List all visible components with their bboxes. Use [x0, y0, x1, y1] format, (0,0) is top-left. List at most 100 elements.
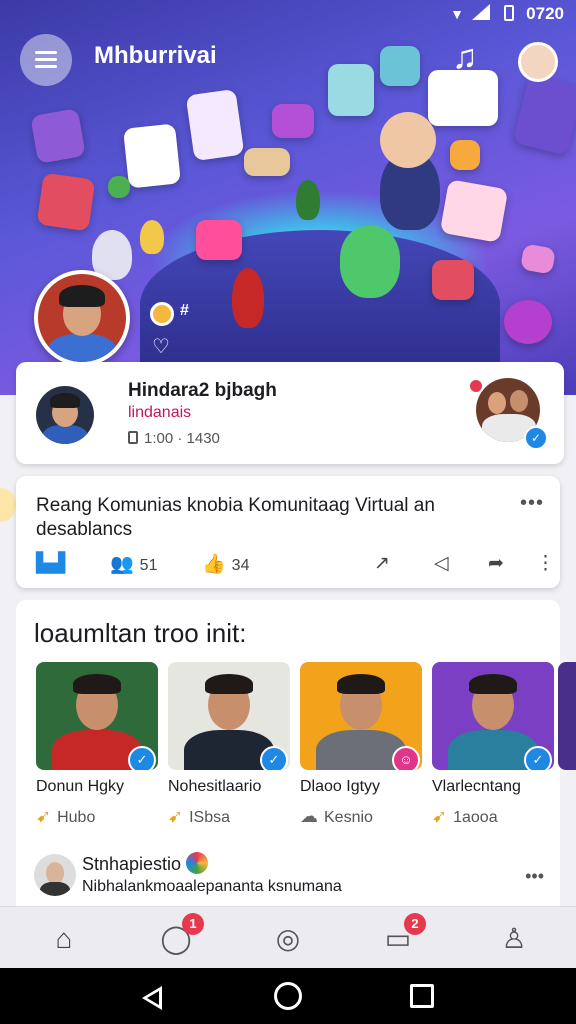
- profile-photo: [36, 386, 94, 444]
- member-tag-text: 1aooa: [453, 809, 498, 826]
- member-card[interactable]: ✓ Vlarlecntang ➹ 1aooa: [432, 662, 554, 827]
- options-icon: ⋮: [536, 553, 555, 574]
- emoji-icon: [186, 852, 208, 874]
- nav-home[interactable]: ⌂: [44, 919, 84, 959]
- options-button[interactable]: ⋮: [536, 552, 561, 575]
- rocket-icon: ➹: [36, 806, 52, 826]
- floating-tile: [272, 104, 314, 138]
- member-card[interactable]: ✓ Nohesitlaario ➹ ISbsa: [168, 662, 290, 827]
- nav-discover[interactable]: ◎: [268, 919, 308, 959]
- forward-button[interactable]: ↗: [374, 552, 396, 575]
- member-photo: ✓: [432, 662, 554, 770]
- profile-name: Hindara2 bjbagh: [128, 380, 277, 401]
- document-icon: [128, 431, 138, 444]
- profile-card[interactable]: Hindara2 bjbagh lindanais 1:00 · 1430 ✓: [16, 362, 564, 464]
- member-photo: ✓: [168, 662, 290, 770]
- commenter-face: [46, 862, 64, 884]
- mascot-character: [340, 226, 400, 298]
- floating-tile: [504, 300, 552, 344]
- people-button[interactable]: 👥 51: [110, 552, 157, 576]
- nav-messages[interactable]: ▭ 2: [378, 913, 426, 959]
- member-card[interactable]: ☺ Dlaoo Igtyy ☁ Kesnio: [300, 662, 422, 827]
- rocket-icon: ➹: [432, 806, 448, 826]
- profile-handle[interactable]: lindanais: [128, 404, 191, 422]
- profile-stats-text: 1:00 · 1430: [144, 430, 220, 447]
- people-icon: 👥: [110, 554, 134, 575]
- member-tag: ➹ 1aooa: [432, 806, 554, 827]
- member-tag-text: Hubo: [57, 809, 96, 826]
- member-card[interactable]: ✓ Donun Hgky ➹ Hubo: [36, 662, 158, 827]
- member-hair: [469, 674, 517, 694]
- commenter-avatar[interactable]: [34, 854, 76, 896]
- user-avatar[interactable]: [518, 42, 558, 82]
- floating-tile: [30, 108, 86, 164]
- more-icon[interactable]: •••: [520, 492, 544, 515]
- discover-icon: ◎: [275, 923, 301, 954]
- member-tag-text: ISbsa: [189, 809, 231, 826]
- floating-tile: [123, 123, 181, 189]
- avatar-hair: [59, 284, 105, 308]
- floating-tile: [244, 148, 290, 176]
- member-tag: ➹ Hubo: [36, 806, 158, 827]
- forward-icon: ↗: [374, 553, 390, 574]
- floating-tile: [439, 179, 509, 243]
- member-tag: ➹ ISbsa: [168, 806, 290, 827]
- member-photo: ☺: [300, 662, 422, 770]
- group-face: [510, 390, 528, 412]
- menu-button[interactable]: [20, 34, 72, 86]
- menu-icon-line: [35, 65, 57, 68]
- nav-profile[interactable]: ♙: [494, 919, 534, 959]
- rocket-icon: ➹: [168, 806, 184, 826]
- chart-button[interactable]: ▙▟: [36, 552, 71, 575]
- share-icon: ➦: [488, 553, 504, 574]
- post-card[interactable]: Reang Komunias knobia Komunitaag Virtual…: [16, 476, 560, 588]
- peek-card[interactable]: [0, 488, 16, 522]
- floating-tile: [196, 220, 242, 260]
- member-name: Donun Hgky: [36, 778, 125, 795]
- peek-member-card[interactable]: [558, 662, 576, 770]
- avatar-body: [46, 333, 118, 362]
- comment-text: Nibhalankmoaalepananta ksnumana: [82, 878, 342, 895]
- verified-icon: ✓: [260, 746, 288, 770]
- like-count: 34: [231, 557, 250, 574]
- commenter-name: Stnhapiestio: [82, 854, 182, 874]
- share-button[interactable]: ➦: [488, 552, 510, 575]
- featured-avatar[interactable]: [34, 270, 130, 366]
- nav-chat[interactable]: ◯ 1: [156, 913, 204, 959]
- hashtag-label: #: [180, 302, 189, 319]
- cloud-icon: ☁: [300, 806, 318, 826]
- more-icon[interactable]: •••: [525, 866, 544, 887]
- like-button[interactable]: 👍 34: [202, 552, 249, 576]
- status-bar: ▼ 0720: [0, 0, 576, 28]
- messages-badge: 2: [404, 913, 426, 935]
- member-name: Dlaoo Igtyy: [300, 778, 381, 795]
- people-count: 51: [139, 557, 158, 574]
- heart-icon[interactable]: ♡: [152, 334, 170, 359]
- member-hair: [205, 674, 253, 694]
- profile-stats: 1:00 · 1430: [128, 430, 220, 447]
- character: [140, 220, 164, 254]
- post-actions: ▙▟ 👥 51 👍 34 ↗ ◁ ➦ ⋮: [36, 552, 555, 576]
- recents-icon[interactable]: [410, 984, 434, 1008]
- comment-row[interactable]: Stnhapiestio Nibhalankmoaalepananta ksnu…: [16, 846, 560, 906]
- profile-body: [41, 425, 89, 444]
- home-circle-icon[interactable]: [274, 982, 302, 1010]
- verified-icon: ✓: [524, 426, 548, 450]
- music-icon[interactable]: ♫: [452, 38, 478, 77]
- floating-tile: [450, 140, 480, 170]
- floating-tile: [185, 88, 245, 162]
- audio-button[interactable]: ◁: [434, 552, 455, 575]
- profile-hair: [49, 392, 81, 409]
- home-icon: ⌂: [55, 923, 73, 954]
- menu-icon-line: [35, 58, 57, 61]
- post-title: Reang Komunias knobia Komunitaag Virtual…: [36, 495, 435, 540]
- status-time: 0720: [526, 4, 564, 23]
- character: [296, 180, 320, 220]
- character: [232, 268, 264, 328]
- app-title: Mhburrivai: [94, 42, 217, 69]
- back-icon[interactable]: [142, 986, 162, 1010]
- profile-avatar[interactable]: [36, 386, 94, 444]
- floating-tile: [36, 172, 96, 232]
- notification-dot: [468, 378, 484, 394]
- member-hair: [337, 674, 385, 694]
